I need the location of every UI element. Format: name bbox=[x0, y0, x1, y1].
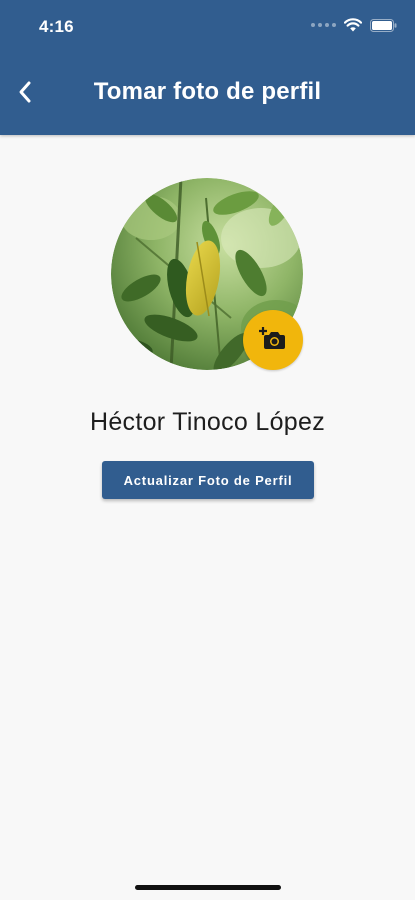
change-photo-button[interactable] bbox=[243, 310, 303, 370]
status-bar: 4:16 bbox=[0, 0, 415, 52]
user-name: Héctor Tinoco López bbox=[90, 408, 325, 436]
status-icons bbox=[311, 18, 397, 32]
status-time: 4:16 bbox=[39, 17, 74, 36]
navigation-bar: Tomar foto de perfil bbox=[0, 62, 415, 126]
app-header: 4:16 Tomar foto de perfil bbox=[0, 0, 415, 135]
camera-add-icon bbox=[259, 326, 287, 355]
cellular-signal-icon bbox=[311, 23, 336, 27]
home-indicator bbox=[135, 885, 281, 890]
page-title: Tomar foto de perfil bbox=[93, 78, 322, 105]
battery-icon bbox=[370, 18, 397, 32]
wifi-icon bbox=[344, 18, 362, 32]
update-profile-photo-button[interactable]: Actualizar Foto de Perfil bbox=[102, 461, 314, 499]
profile-photo-container bbox=[111, 178, 303, 370]
